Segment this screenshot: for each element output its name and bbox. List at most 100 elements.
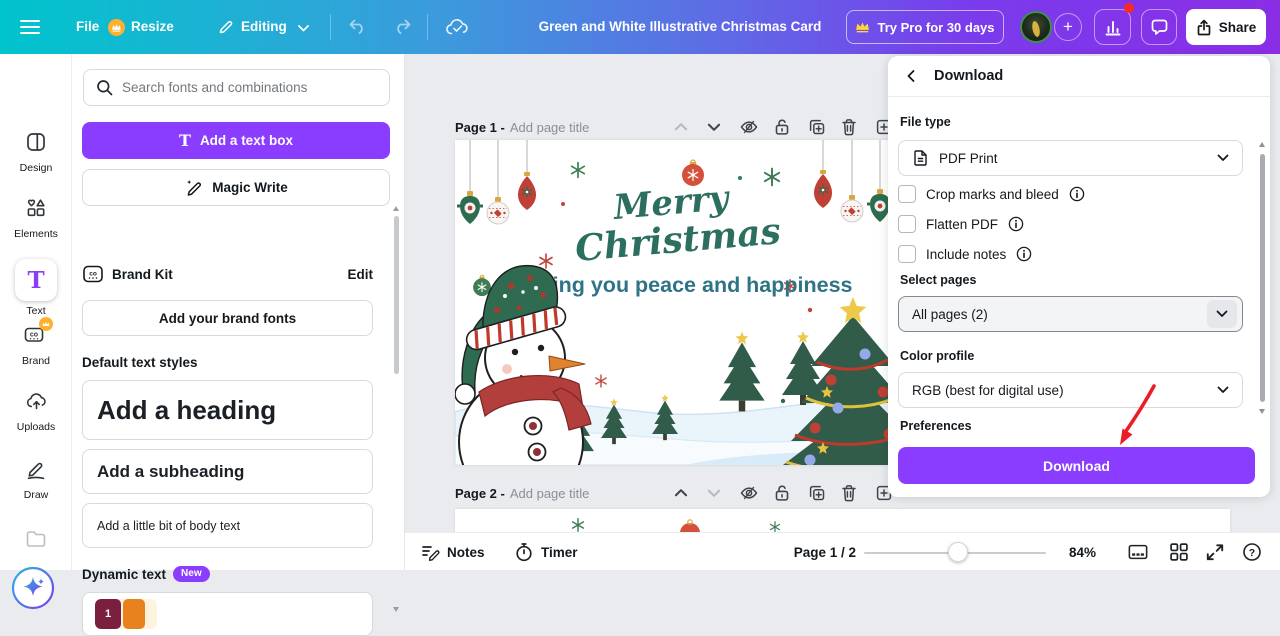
notes-icon xyxy=(422,546,440,561)
add-text-box-button[interactable]: T Add a text box xyxy=(82,122,390,159)
info-icon[interactable] xyxy=(1016,246,1032,262)
pages-view-icon[interactable] xyxy=(1128,542,1148,562)
zoom-slider-thumb[interactable] xyxy=(948,542,968,562)
resize-menu[interactable]: Resize xyxy=(131,0,174,54)
magic-assistant-button[interactable] xyxy=(11,566,55,610)
flatten-pdf-checkbox[interactable] xyxy=(898,215,916,233)
document-icon xyxy=(914,150,927,166)
help-icon[interactable]: ? xyxy=(1242,542,1262,562)
crop-marks-checkbox[interactable] xyxy=(898,185,916,203)
page1-title-placeholder[interactable]: Add page title xyxy=(510,120,590,135)
info-icon[interactable] xyxy=(1008,216,1024,232)
try-pro-button[interactable]: Try Pro for 30 days xyxy=(846,10,1004,44)
duplicate-page-icon[interactable] xyxy=(808,484,826,502)
svg-text:?: ? xyxy=(1249,547,1255,559)
select-pages-select[interactable]: All pages (2) xyxy=(898,296,1243,332)
lock-page-icon[interactable] xyxy=(773,484,791,502)
notes-button[interactable]: Notes xyxy=(420,533,485,571)
file-type-value: PDF Print xyxy=(939,150,998,166)
page2-title-placeholder[interactable]: Add page title xyxy=(510,486,590,501)
select-pages-value: All pages (2) xyxy=(912,306,988,322)
page-numbers-item[interactable]: 1 xyxy=(82,592,373,636)
move-page-up-icon xyxy=(672,118,690,136)
include-notes-row: Include notes xyxy=(898,244,1032,264)
crown-badge xyxy=(39,317,53,331)
magic-write-button[interactable]: Magic Write xyxy=(82,169,390,206)
chevron-down-icon xyxy=(298,25,309,32)
search-input[interactable] xyxy=(122,80,377,95)
grid-view-icon[interactable] xyxy=(1169,542,1189,562)
scroll-up-arrow[interactable] xyxy=(393,206,399,211)
add-text-box-label: Add a text box xyxy=(199,133,293,148)
comments-button[interactable] xyxy=(1141,9,1177,45)
file-type-select[interactable]: PDF Print xyxy=(898,140,1243,176)
try-pro-label: Try Pro for 30 days xyxy=(877,19,995,35)
crop-marks-row: Crop marks and bleed xyxy=(898,184,1085,204)
document-title[interactable]: Green and White Illustrative Christmas C… xyxy=(460,0,900,54)
move-page-down-icon[interactable] xyxy=(705,118,723,136)
notes-label: Notes xyxy=(447,544,485,560)
info-icon[interactable] xyxy=(1069,186,1085,202)
share-button[interactable]: Share xyxy=(1186,9,1266,45)
sidebar-item-text[interactable]: T Text xyxy=(0,259,72,321)
sidebar-item-projects[interactable] xyxy=(0,529,72,554)
zoom-percent[interactable]: 84% xyxy=(1069,533,1096,571)
hide-page-icon[interactable] xyxy=(740,484,758,502)
delete-page-icon[interactable] xyxy=(840,118,858,136)
lock-page-icon[interactable] xyxy=(773,118,791,136)
move-page-up-icon[interactable] xyxy=(672,484,690,502)
scroll-down-arrow[interactable] xyxy=(1259,409,1265,414)
brand-icon: co xyxy=(23,317,53,346)
add-brand-fonts-button[interactable]: Add your brand fonts xyxy=(82,300,373,336)
undo-icon[interactable] xyxy=(348,18,367,35)
page-indicator: Page 1 / 2 xyxy=(793,544,856,560)
divider xyxy=(330,14,331,40)
brand-kit-edit-link[interactable]: Edit xyxy=(348,267,374,282)
svg-text:co: co xyxy=(30,332,38,339)
panel-scrollbar[interactable] xyxy=(1259,140,1266,442)
chevron-down-icon xyxy=(1217,386,1229,393)
include-notes-checkbox[interactable] xyxy=(898,245,916,263)
greeting-line2[interactable]: Christmas xyxy=(573,210,782,270)
sidebar-item-brand[interactable]: co Brand xyxy=(0,317,72,367)
add-member-button[interactable]: + xyxy=(1054,13,1082,41)
chevron-down-icon xyxy=(1216,310,1228,317)
redo-icon[interactable] xyxy=(393,18,412,35)
sidebar-item-elements[interactable]: Elements xyxy=(0,197,72,240)
include-notes-label: Include notes xyxy=(926,246,1007,262)
hide-page-icon[interactable] xyxy=(740,118,758,136)
sidebar-label: Elements xyxy=(14,228,58,240)
panel-scrollbar[interactable] xyxy=(393,204,400,620)
brand-kit-row: co Brand Kit Edit xyxy=(82,263,373,285)
editing-mode-menu[interactable]: Editing xyxy=(241,0,287,54)
add-heading-item[interactable]: Add a heading xyxy=(82,380,373,440)
download-button[interactable]: Download xyxy=(898,447,1255,484)
hamburger-menu-icon[interactable] xyxy=(20,20,40,34)
sidebar-item-uploads[interactable]: Uploads xyxy=(0,390,72,433)
scrollbar-thumb[interactable] xyxy=(394,216,399,374)
back-icon[interactable] xyxy=(904,68,920,84)
preferences-label: Preferences xyxy=(900,419,972,433)
scroll-up-arrow[interactable] xyxy=(1259,142,1265,147)
design-icon xyxy=(25,131,47,153)
color-profile-select[interactable]: RGB (best for digital use) xyxy=(898,372,1243,408)
duplicate-page-icon[interactable] xyxy=(808,118,826,136)
avatar[interactable] xyxy=(1020,11,1052,43)
search-box[interactable] xyxy=(83,69,390,106)
default-text-styles-title: Default text styles xyxy=(82,355,198,370)
add-subheading-item[interactable]: Add a subheading xyxy=(82,449,373,494)
page2-header: Page 2 - Add page title xyxy=(455,484,589,502)
delete-page-icon[interactable] xyxy=(840,484,858,502)
sidebar-item-design[interactable]: Design xyxy=(0,131,72,174)
file-menu[interactable]: File xyxy=(76,0,99,54)
add-body-text-item[interactable]: Add a little bit of body text xyxy=(82,503,373,548)
page1-header: Page 1 - Add page title xyxy=(455,118,589,136)
fullscreen-icon[interactable] xyxy=(1205,542,1225,562)
insights-button[interactable] xyxy=(1094,9,1131,45)
sidebar-item-draw[interactable]: Draw xyxy=(0,458,72,501)
timer-button[interactable]: Timer xyxy=(514,533,578,571)
scrollbar-thumb[interactable] xyxy=(1260,154,1265,402)
magic-write-label: Magic Write xyxy=(212,180,288,195)
svg-text:co: co xyxy=(89,271,97,278)
scroll-down-arrow[interactable] xyxy=(393,607,399,612)
